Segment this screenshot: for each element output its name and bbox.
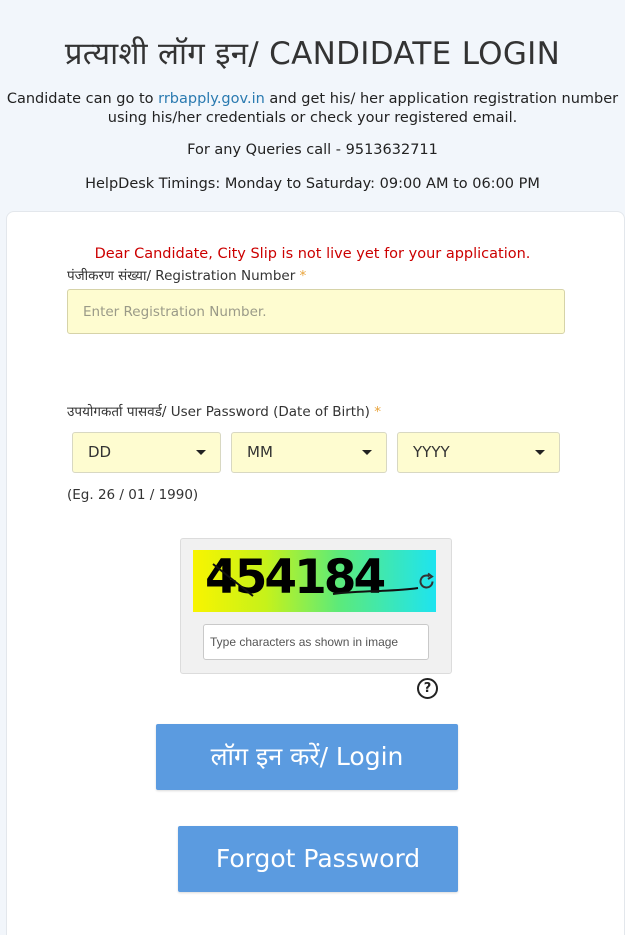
password-label: उपयोगकर्ता पासवर्ड/ User Password (Date …: [67, 402, 381, 420]
password-label-text: उपयोगकर्ता पासवर्ड/ User Password (Date …: [67, 404, 370, 420]
info-text: Candidate can go to rrbapply.gov.in and …: [0, 90, 625, 128]
page-header: प्रत्याशी लॉग इन/ CANDIDATE LOGIN Candid…: [0, 0, 625, 210]
chevron-down-icon: [196, 450, 206, 455]
info-prefix: Candidate can go to: [6, 91, 159, 107]
captcha-image: 454184: [193, 550, 436, 612]
help-icon[interactable]: ?: [417, 678, 438, 699]
captcha-input[interactable]: [203, 624, 429, 660]
registration-label: पंजीकरण संख्या/ Registration Number *: [67, 266, 306, 284]
dob-month-select[interactable]: MM: [231, 432, 387, 473]
dob-day-value: DD: [88, 443, 112, 461]
dob-day-select[interactable]: DD: [72, 432, 221, 473]
registration-number-input[interactable]: [67, 289, 565, 334]
dob-year-select[interactable]: YYYY: [397, 432, 560, 473]
dob-month-value: MM: [247, 443, 273, 461]
dob-example: (Eg. 26 / 01 / 1990): [67, 487, 199, 503]
refresh-captcha-icon[interactable]: [417, 572, 437, 592]
captcha-strike-line: [212, 563, 419, 597]
chevron-down-icon: [362, 450, 372, 455]
helpdesk-text: HelpDesk Timings: Monday to Saturday: 09…: [85, 176, 540, 192]
page-title: प्रत्याशी लॉग इन/ CANDIDATE LOGIN: [64, 36, 561, 72]
rrbapply-link[interactable]: rrbapply.gov.in: [158, 91, 265, 107]
forgot-password-button[interactable]: Forgot Password: [178, 826, 458, 892]
registration-label-text: पंजीकरण संख्या/ Registration Number: [67, 268, 296, 284]
login-button[interactable]: लॉग इन करें/ Login: [156, 724, 458, 790]
required-mark: *: [374, 404, 381, 420]
city-slip-alert: Dear Candidate, City Slip is not live ye…: [94, 246, 531, 262]
chevron-down-icon: [535, 450, 545, 455]
required-mark: *: [299, 268, 307, 284]
dob-year-value: YYYY: [413, 443, 450, 461]
queries-text: For any Queries call - 9513632711: [187, 142, 438, 158]
